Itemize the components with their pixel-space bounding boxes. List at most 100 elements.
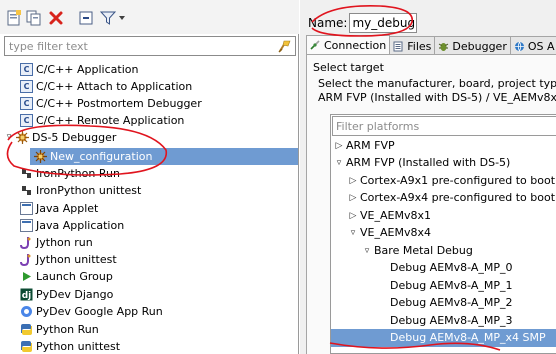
tree-item-label: C/C++ Attach to Application (36, 80, 193, 93)
platform-label: ARM FVP (346, 139, 395, 152)
expanded-arrow-icon[interactable]: ▿ (4, 129, 14, 146)
platform-label: Cortex-A9x1 pre-configured to boot A (360, 174, 556, 187)
cpp-remote-icon: C (20, 114, 33, 127)
platform-item-debug-smp[interactable]: Debug AEMv8-A_MP_x4 SMP (331, 329, 556, 347)
tree-item-ds5-debugger[interactable]: ▿ DS-5 Debugger (4, 129, 116, 146)
platform-item-bare-metal-debug[interactable]: ▿ Bare Metal Debug (362, 242, 473, 260)
tab-connection[interactable]: Connection (306, 35, 391, 55)
os-awareness-icon (514, 41, 524, 52)
tree-item-cpp-postmortem[interactable]: C C/C++ Postmortem Debugger (20, 95, 202, 112)
tree-item-label: Java Application (36, 219, 125, 232)
platform-item-arm-fvp-installed[interactable]: ▿ ARM FVP (Installed with DS-5) (334, 154, 511, 172)
launch-config-list-pane: C C/C++ Application C C/C++ Attach to Ap… (0, 0, 299, 354)
tab-label: Files (407, 39, 432, 53)
tree-item-pydev-django[interactable]: dj PyDev Django (20, 286, 113, 303)
platform-item-debug-mp2[interactable]: Debug AEMv8-A_MP_2 (390, 294, 513, 312)
tree-item-cpp-application[interactable]: C C/C++ Application (20, 61, 138, 78)
tree-item-cpp-remote[interactable]: C C/C++ Remote Application (20, 112, 184, 129)
platform-label: Cortex-A9x4 pre-configured to boot A (360, 191, 556, 204)
java-application-icon (20, 219, 33, 232)
select-target-description: Select the manufacturer, board, project … (318, 77, 556, 105)
ironpython-icon (22, 169, 31, 178)
platform-item-debug-mp3[interactable]: Debug AEMv8-A_MP_3 (390, 312, 513, 330)
platform-item-cortex-a9x4[interactable]: ▷ Cortex-A9x4 pre-configured to boot A (348, 189, 556, 207)
platform-label: Debug AEMv8-A_MP_x4 SMP (390, 331, 546, 344)
tree-item-label: IronPython unittest (36, 184, 142, 197)
tree-item-pydev-google-app-run[interactable]: PyDev Google App Run (20, 303, 163, 320)
tree-item-jython-unittest[interactable]: Jython unittest (20, 251, 117, 268)
debug-configuration-icon (34, 150, 47, 163)
duplicate-icon[interactable] (26, 10, 42, 26)
configuration-name-input[interactable] (349, 13, 418, 33)
view-menu-icon[interactable] (118, 10, 126, 26)
tree-item-python-unittest[interactable]: Python unittest (20, 338, 120, 354)
tab-label: Debugger (452, 39, 507, 53)
platform-item-debug-mp0[interactable]: Debug AEMv8-A_MP_0 (390, 259, 513, 277)
platform-label: Debug AEMv8-A_MP_0 (390, 261, 513, 274)
collapse-all-icon[interactable] (78, 10, 94, 26)
tree-item-ironpython-unittest[interactable]: IronPython unittest (20, 182, 141, 199)
platform-label: Bare Metal Debug (374, 244, 473, 257)
tab-debugger[interactable]: Debugger (434, 36, 511, 55)
tree-item-java-application[interactable]: Java Application (20, 217, 124, 234)
tree-item-java-applet[interactable]: Java Applet (20, 200, 98, 217)
tree-item-label: PyDev Django (36, 288, 114, 301)
collapsed-arrow-icon[interactable]: ▷ (334, 137, 344, 155)
tree-item-python-run[interactable]: Python Run (20, 321, 99, 338)
tree-item-new-configuration[interactable]: New_configuration (30, 148, 298, 165)
tree-item-label: New_configuration (50, 150, 153, 163)
tab-files[interactable]: Files (389, 36, 436, 55)
tree-item-label: C/C++ Postmortem Debugger (36, 97, 202, 110)
description-line: Select the manufacturer, board, project … (318, 77, 556, 90)
delete-icon[interactable] (48, 10, 64, 26)
tab-os-awareness[interactable]: OS A (509, 36, 556, 55)
toolbar (0, 0, 299, 34)
expanded-arrow-icon[interactable]: ▿ (362, 242, 372, 260)
tree-item-label: IronPython Run (36, 167, 120, 180)
svg-text:dj: dj (22, 291, 32, 301)
jython-icon (20, 254, 31, 266)
expanded-arrow-icon[interactable]: ▿ (334, 154, 344, 172)
clear-filter-icon[interactable] (278, 39, 292, 53)
tree-item-label: Jython run (36, 236, 93, 249)
name-row: Name: (308, 12, 418, 34)
launch-config-tree: C C/C++ Application C C/C++ Attach to Ap… (0, 60, 298, 354)
tree-item-cpp-attach[interactable]: C C/C++ Attach to Application (20, 78, 192, 95)
filter-icon[interactable] (100, 10, 116, 26)
filter-platforms-input[interactable] (333, 117, 553, 135)
platform-item-cortex-a9x1[interactable]: ▷ Cortex-A9x1 pre-configured to boot A (348, 172, 556, 190)
tree-item-label: Python Run (36, 323, 99, 336)
new-configuration-icon[interactable] (6, 10, 22, 26)
selected-target-path: ARM FVP (Installed with DS-5) / VE_AEMv8… (318, 91, 556, 104)
platform-item-arm-fvp[interactable]: ▷ ARM FVP (334, 137, 395, 155)
expanded-arrow-icon[interactable]: ▿ (348, 224, 358, 242)
debugger-icon (439, 42, 449, 51)
configuration-editor-pane: Name: Connection Files (300, 0, 556, 354)
collapsed-arrow-icon[interactable]: ▷ (348, 172, 358, 190)
platform-item-debug-mp1[interactable]: Debug AEMv8-A_MP_1 (390, 277, 513, 295)
jython-icon (20, 237, 31, 249)
collapsed-arrow-icon[interactable]: ▷ (348, 189, 358, 207)
tree-item-jython-run[interactable]: Jython run (20, 234, 93, 251)
python-icon (21, 324, 32, 335)
platform-item-ve-aemv8x4[interactable]: ▿ VE_AEMv8x4 (348, 224, 431, 242)
tree-item-launch-group[interactable]: Launch Group (20, 268, 113, 285)
filter-platforms-field[interactable] (332, 116, 556, 136)
tree-item-label: Python unittest (36, 340, 121, 353)
platform-label: Debug AEMv8-A_MP_1 (390, 279, 513, 292)
platform-label: ARM FVP (Installed with DS-5) (346, 156, 511, 169)
filter-field[interactable] (4, 36, 296, 56)
tree-item-label: C/C++ Application (36, 63, 139, 76)
platform-item-ve-aemv8x1[interactable]: ▷ VE_AEMv8x1 (348, 207, 431, 225)
platform-tree: ▷ ARM FVP ▿ ARM FVP (Installed with DS-5… (331, 137, 556, 354)
launch-group-icon (23, 272, 31, 281)
filter-input[interactable] (5, 37, 273, 55)
tree-item-label: Java Applet (36, 202, 99, 215)
tab-label: OS A (527, 39, 555, 53)
tree-item-ironpython-run[interactable]: IronPython Run (20, 165, 120, 182)
platform-label: Debug AEMv8-A_MP_2 (390, 296, 513, 309)
select-target-group-label: Select target (313, 61, 384, 74)
collapsed-arrow-icon[interactable]: ▷ (348, 207, 358, 225)
java-applet-icon (20, 202, 33, 215)
django-icon: dj (20, 288, 33, 301)
